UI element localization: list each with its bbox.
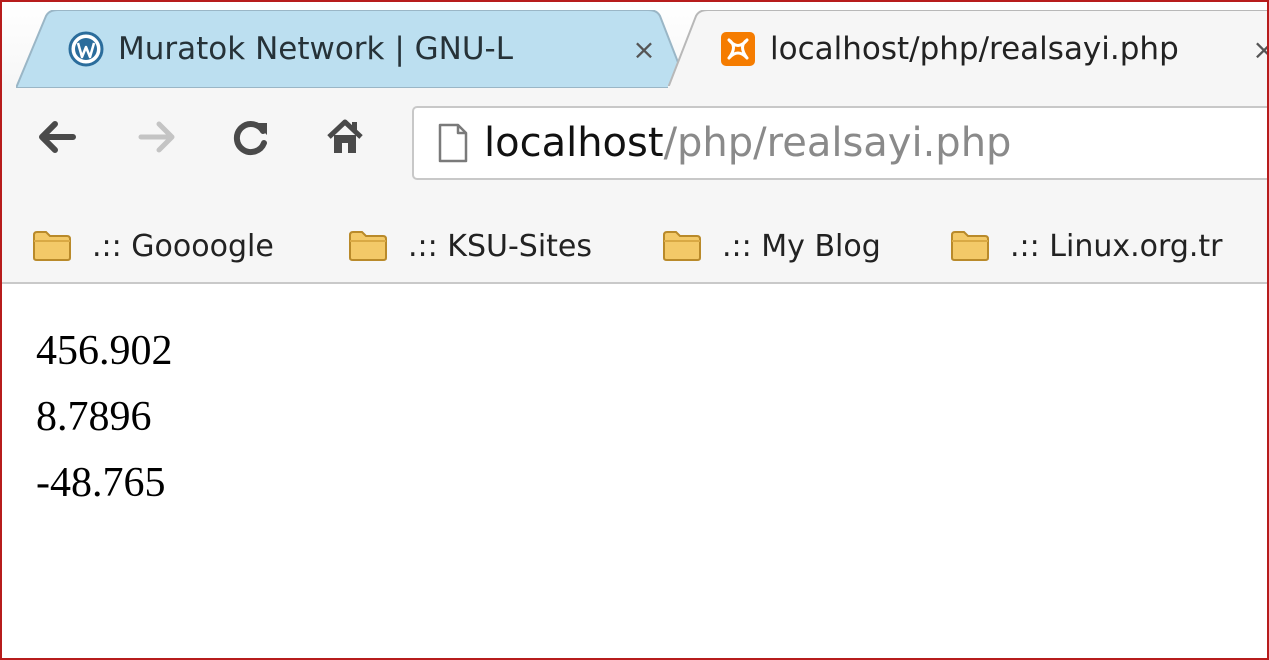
bookmark-my-blog[interactable]: .:: My Blog <box>662 210 881 282</box>
bookmark-label: .:: Goooogle <box>92 228 274 264</box>
close-tab-icon[interactable]: × <box>628 33 660 66</box>
output-line: 8.7896 <box>36 394 152 440</box>
tab-realsayi[interactable]: localhost/php/realsayi.php × <box>668 10 1267 88</box>
folder-icon <box>348 230 388 262</box>
home-icon <box>327 119 363 153</box>
browser-window: Muratok Network | GNU-L × localhost/php/… <box>0 0 1269 660</box>
folder-icon <box>950 230 990 262</box>
page-icon <box>436 123 470 163</box>
page-content: 456.902 8.7896 -48.765 <box>2 284 1267 658</box>
tab-muratok-network[interactable]: Muratok Network | GNU-L × <box>16 10 688 88</box>
bookmark-linux-org-tr[interactable]: .:: Linux.org.tr <box>950 210 1223 282</box>
output-line: -48.765 <box>36 460 166 506</box>
output-line: 456.902 <box>36 328 173 374</box>
bookmark-label: .:: Linux.org.tr <box>1010 228 1223 264</box>
bookmark-goooogle[interactable]: .:: Goooogle <box>32 210 274 282</box>
wordpress-icon <box>68 31 104 67</box>
bookmark-label: .:: My Blog <box>722 228 881 264</box>
tab-title: Muratok Network | GNU-L <box>118 31 514 67</box>
arrow-left-icon <box>39 121 76 153</box>
bookmark-label: .:: KSU-Sites <box>408 228 593 264</box>
close-tab-icon[interactable]: × <box>1248 33 1267 66</box>
url-host: localhost <box>484 120 664 166</box>
url-text: localhost/php/realsayi.php <box>484 120 1011 166</box>
tab-title: localhost/php/realsayi.php <box>770 31 1179 67</box>
back-button[interactable] <box>28 108 86 166</box>
reload-button[interactable] <box>222 108 280 166</box>
xampp-icon <box>720 31 756 67</box>
address-bar[interactable]: localhost/php/realsayi.php <box>412 106 1267 180</box>
folder-icon <box>662 230 702 262</box>
url-path: /php/realsayi.php <box>663 120 1012 166</box>
forward-button[interactable] <box>128 108 186 166</box>
tab-strip: Muratok Network | GNU-L × localhost/php/… <box>2 2 1267 88</box>
arrow-right-icon <box>138 121 175 153</box>
navigation-toolbar: localhost/php/realsayi.php <box>2 88 1267 210</box>
bookmarks-bar: .:: Goooogle .:: KSU-Sites .:: My Blog .… <box>2 210 1267 284</box>
home-button[interactable] <box>316 108 374 166</box>
output-lines: 456.902 8.7896 -48.765 <box>36 318 173 516</box>
folder-icon <box>32 230 72 262</box>
bookmark-ksu-sites[interactable]: .:: KSU-Sites <box>348 210 592 282</box>
reload-icon <box>233 121 267 155</box>
